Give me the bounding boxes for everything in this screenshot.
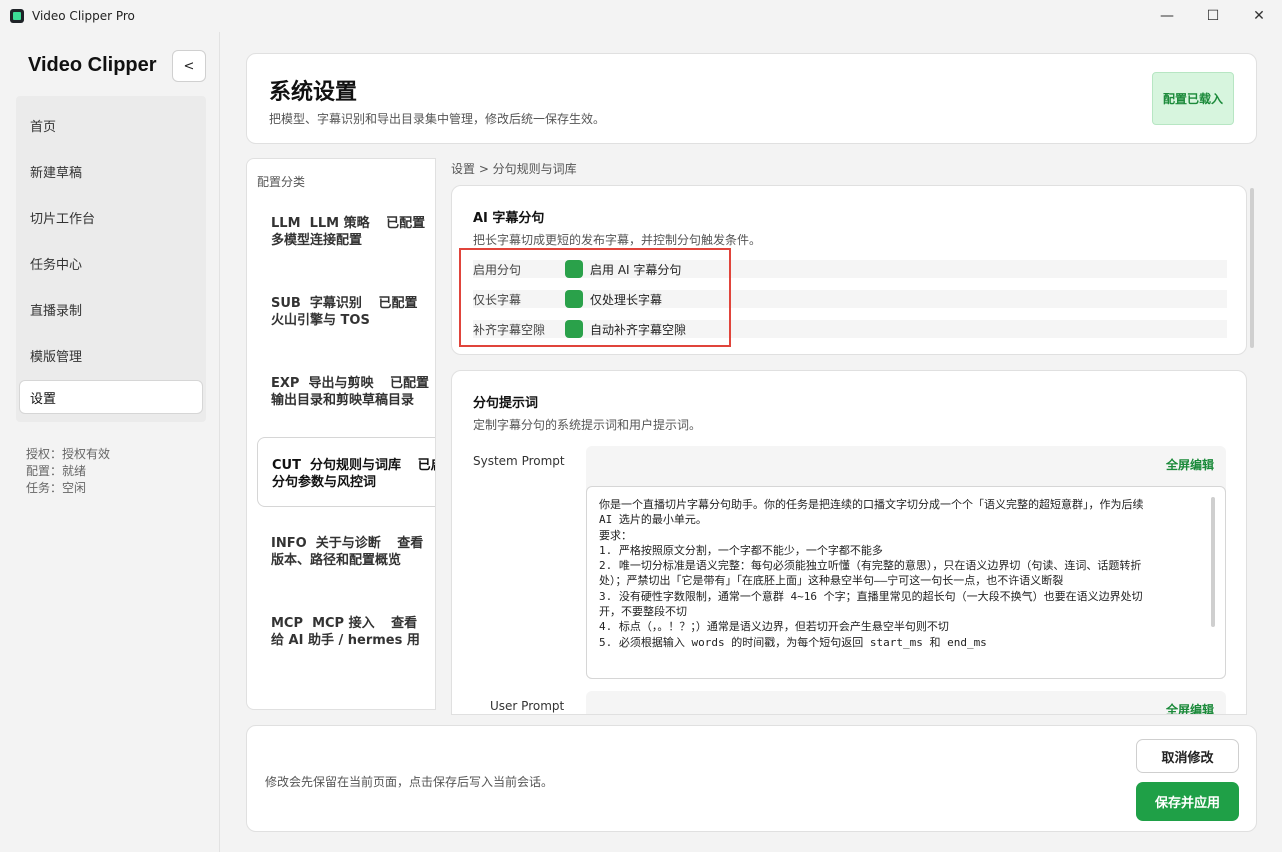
sidebar: Video Clipper < 首页 新建草稿 切片工作台 任务中心 直播录制 … [0, 32, 220, 852]
category-name: 导出与剪映 [308, 376, 374, 391]
sidebar-item-settings[interactable]: 设置 [19, 380, 203, 414]
category-code: CUT [272, 458, 301, 473]
page-subtitle: 把模型、字幕识别和导出目录集中管理，修改后统一保存生效。 [269, 112, 606, 126]
ai-split-title: AI 字幕分句 [473, 211, 545, 226]
category-code: EXP [271, 376, 300, 391]
category-state: 已配置 [386, 216, 426, 231]
category-item-title: MCP MCP 接入 查看 [271, 615, 435, 632]
prompt-line: 2. 唯一切分标准是语义完整：每句必须能独立听懂（有完整的意思），只在语义边界切… [599, 559, 1142, 573]
category-item-sub[interactable]: SUB 字幕识别 已配置 火山引擎与 TOS [257, 283, 435, 347]
user-prompt-section: 全屏编辑 [586, 691, 1226, 714]
category-name: LLM 策略 [309, 216, 370, 231]
highlight-box [459, 248, 731, 347]
save-apply-button[interactable]: 保存并应用 [1136, 782, 1239, 821]
minimize-button[interactable]: — [1144, 0, 1190, 32]
category-item-mcp[interactable]: MCP MCP 接入 查看 给 AI 助手 / hermes 用 [257, 603, 435, 667]
category-item-exp[interactable]: EXP 导出与剪映 已配置 输出目录和剪映草稿目录 [257, 363, 435, 427]
user-prompt-label: User Prompt [490, 699, 565, 713]
maximize-button[interactable]: ☐ [1190, 0, 1236, 32]
prompt-line: AI 选片的最小单元。 [599, 513, 707, 527]
category-name: 字幕识别 [309, 296, 362, 311]
prompt-line: 你是一个直播切片字幕分句助手。你的任务是把连续的口播文字切分成一个个「语义完整的… [599, 498, 1144, 511]
sidebar-item-live-record[interactable]: 直播录制 [16, 286, 206, 332]
category-item-llm[interactable]: LLM LLM 策略 已配置 多模型连接配置 [257, 203, 435, 267]
prompts-title: 分句提示词 [473, 396, 539, 411]
prompt-line: 4. 标点（，。！？；）通常是语义边界，但若切开会产生悬空半句则不切 [599, 620, 949, 634]
category-item-info[interactable]: INFO 关于与诊断 查看 版本、路径和配置概览 [257, 523, 435, 587]
prompts-desc: 定制字幕分句的系统提示词和用户提示词。 [473, 418, 702, 432]
user-fullscreen-edit-link[interactable]: 全屏编辑 [1166, 701, 1214, 714]
prompt-line: 3. 没有硬性字数限制，通常一个意群 4~16 个字；直播里常见的超长句（一大段… [599, 589, 1143, 603]
brand-title: Video Clipper [28, 54, 157, 76]
status-panel: 授权：授权有效 配置：就绪 任务：空闲 [26, 446, 110, 497]
collapse-sidebar-button[interactable]: < [172, 50, 206, 82]
category-desc: 火山引擎与 TOS [271, 313, 370, 328]
prompt-line: 1. 严格按照原文分割，一个字都不能少，一个字都不能多 [599, 543, 883, 557]
category-desc: 版本、路径和配置概览 [271, 553, 402, 568]
category-name: 分句规则与词库 [310, 458, 402, 473]
task-status: 任务：空闲 [26, 481, 87, 495]
category-state: 查看 [397, 536, 424, 551]
license-status: 授权：授权有效 [26, 447, 111, 461]
category-state: 已配置 [378, 296, 418, 311]
prompt-line: 5. 必须根据输入 words 的时间戳，为每个短句返回 start_ms 和 … [599, 635, 987, 649]
category-code: SUB [271, 296, 301, 311]
sidebar-item-new-draft[interactable]: 新建草稿 [16, 148, 206, 194]
prompts-card: 分句提示词 定制字幕分句的系统提示词和用户提示词。 System Prompt … [451, 370, 1247, 715]
sidebar-item-home[interactable]: 首页 [16, 102, 206, 148]
config-loaded-badge: 配置已载入 [1152, 72, 1234, 125]
system-prompt-section: 全屏编辑 你是一个直播切片字幕分句助手。你的任务是把连续的口播文字切分成一个个「… [586, 446, 1226, 679]
footer-bar: 修改会先保留在当前页面，点击保存后写入当前会话。 取消修改 保存并应用 [246, 725, 1257, 832]
category-heading: 配置分类 [257, 175, 306, 189]
category-desc: 给 AI 助手 / hermes 用 [271, 633, 420, 648]
category-name: MCP 接入 [312, 616, 375, 631]
category-item-title: INFO 关于与诊断 查看 [271, 535, 435, 552]
window-controls: — ☐ ✕ [1144, 0, 1282, 32]
category-code: INFO [271, 536, 307, 551]
page-title: 系统设置 [269, 80, 358, 105]
app-icon [10, 9, 24, 23]
content-scrollbar[interactable] [1250, 188, 1254, 348]
prompt-line: 开，不要整段不切 [599, 605, 687, 619]
sidebar-item-clip-workbench[interactable]: 切片工作台 [16, 194, 206, 240]
category-desc: 分句参数与风控词 [272, 475, 377, 490]
system-fullscreen-edit-link[interactable]: 全屏编辑 [1166, 456, 1214, 473]
footer-note: 修改会先保留在当前页面，点击保存后写入当前会话。 [265, 775, 554, 789]
breadcrumb: 设置 > 分句规则与词库 [451, 162, 577, 176]
close-button[interactable]: ✕ [1236, 0, 1282, 32]
window-title: Video Clipper Pro [32, 9, 135, 23]
prompt-line: 要求： [599, 528, 632, 542]
category-state: 已配置 [390, 376, 430, 391]
title-bar: Video Clipper Pro — ☐ ✕ [0, 0, 1282, 32]
category-desc: 输出目录和剪映草稿目录 [271, 393, 415, 408]
category-item-title: EXP 导出与剪映 已配置 [271, 375, 435, 392]
category-state: 查看 [391, 616, 418, 631]
category-code: MCP [271, 616, 304, 631]
textarea-scrollbar[interactable] [1211, 497, 1215, 627]
system-prompt-textarea[interactable]: 你是一个直播切片字幕分句助手。你的任务是把连续的口播文字切分成一个个「语义完整的… [586, 486, 1226, 679]
category-name: 关于与诊断 [315, 536, 381, 551]
header-card: 系统设置 把模型、字幕识别和导出目录集中管理，修改后统一保存生效。 配置已载入 [246, 53, 1257, 144]
sidebar-nav: 首页 新建草稿 切片工作台 任务中心 直播录制 模版管理 设置 [16, 96, 206, 422]
category-item-title: LLM LLM 策略 已配置 [271, 215, 435, 232]
category-desc: 多模型连接配置 [271, 233, 363, 248]
category-code: LLM [271, 216, 301, 231]
category-panel: 配置分类 LLM LLM 策略 已配置 多模型连接配置 SUB 字幕识别 已配置… [246, 158, 436, 710]
category-item-cut[interactable]: CUT 分句规则与词库 已启 分句参数与风控词 [257, 437, 435, 507]
sidebar-item-task-center[interactable]: 任务中心 [16, 240, 206, 286]
config-status: 配置：就绪 [26, 464, 87, 478]
ai-split-desc: 把长字幕切成更短的发布字幕，并控制分句触发条件。 [473, 233, 762, 247]
cancel-changes-button[interactable]: 取消修改 [1136, 739, 1239, 773]
category-item-title: CUT 分句规则与词库 已启 [272, 457, 435, 474]
sidebar-item-templates[interactable]: 模版管理 [16, 332, 206, 378]
category-state: 已启 [417, 458, 435, 473]
category-item-title: SUB 字幕识别 已配置 [271, 295, 435, 312]
prompt-line: 处）；严禁切出「它是带有」「在底胚上面」这种悬空半句——宁可这一句长一点，也不许… [599, 574, 1064, 588]
system-prompt-label: System Prompt [473, 454, 565, 468]
